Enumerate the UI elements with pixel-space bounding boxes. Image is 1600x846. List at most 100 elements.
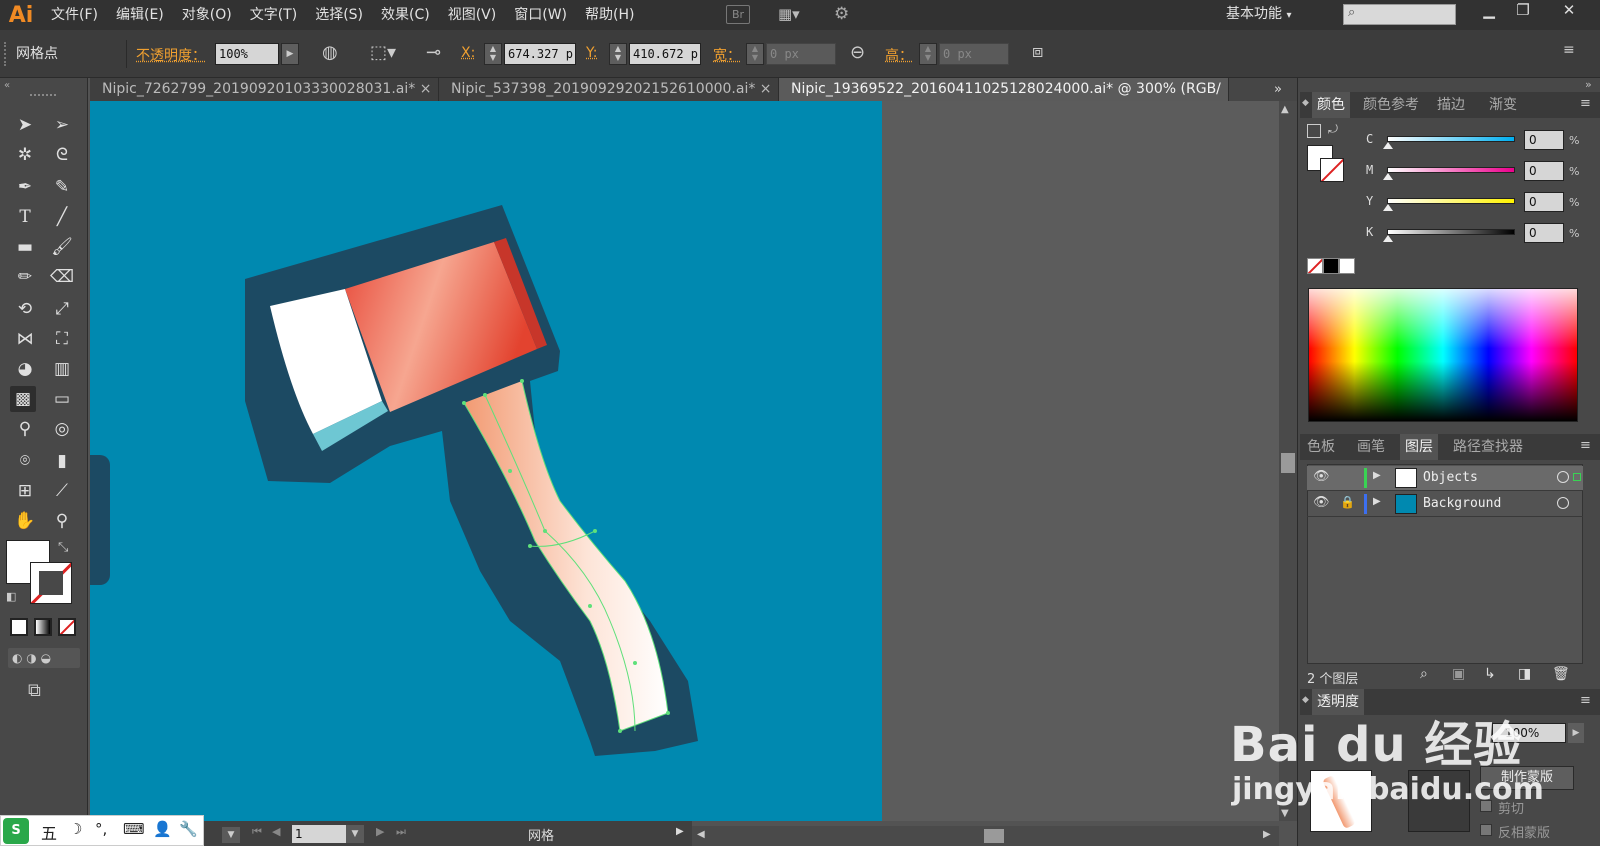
panel-stroke-swatch[interactable] <box>1320 158 1344 182</box>
half-width-icon[interactable]: ☽ <box>69 820 82 838</box>
tab-stroke[interactable]: 描边 <box>1432 92 1470 118</box>
clipping-mask-icon[interactable]: ▣ <box>1452 666 1465 682</box>
color-spectrum[interactable] <box>1308 288 1578 422</box>
target-icon[interactable] <box>1557 471 1569 483</box>
channel-slider-y[interactable] <box>1387 198 1515 204</box>
selection-tool-icon[interactable]: ➤ <box>12 112 38 138</box>
panel-collapse-icon[interactable]: ◆ <box>1302 695 1309 705</box>
restore-button[interactable]: ❐ <box>1506 0 1540 22</box>
tab-document-2[interactable]: Nipic_537398_20190929202152610000.ai* × <box>439 78 779 101</box>
rotate-tool-icon[interactable]: ⟲ <box>12 296 38 322</box>
blend-tool-icon[interactable]: ◎ <box>49 416 75 442</box>
x-stepper[interactable]: ▲ ▼ <box>484 43 502 65</box>
white-swatch[interactable] <box>1339 258 1355 274</box>
new-layer-icon[interactable]: ◨ <box>1518 666 1531 682</box>
screen-mode-icon[interactable]: ⧉ <box>28 680 41 701</box>
menu-item-8[interactable]: 帮助(H) <box>576 0 643 30</box>
close-icon[interactable]: × <box>760 81 772 97</box>
prev-page-icon[interactable]: ◀ <box>272 825 280 838</box>
artboard-tool-icon[interactable]: ⊞ <box>12 478 38 504</box>
channel-slider-k[interactable] <box>1387 229 1515 235</box>
menu-item-5[interactable]: 效果(C) <box>372 0 439 30</box>
transform-icon[interactable]: ⧈ <box>1032 41 1043 62</box>
menu-item-7[interactable]: 窗口(W) <box>505 0 576 30</box>
panel-menu-icon[interactable]: ≡ <box>1580 96 1591 111</box>
tab-swatches[interactable]: 色板 <box>1302 434 1340 460</box>
none-mode-button[interactable] <box>58 618 76 636</box>
page-dropdown[interactable]: ▼ <box>346 825 364 843</box>
tab-document-1[interactable]: Nipic_7262799_20190920103330028031.ai* × <box>90 78 439 101</box>
bridge-button[interactable]: Br <box>726 5 750 24</box>
vertical-scroll-thumb[interactable] <box>1281 453 1295 473</box>
channel-value-m[interactable]: 0 <box>1524 161 1564 181</box>
none-swatch[interactable] <box>1307 258 1323 274</box>
lock-icon[interactable]: 🔒 <box>1340 495 1355 509</box>
sync-icon[interactable]: ⚙ <box>834 4 849 24</box>
tools-wrench-icon[interactable]: 🔧 <box>179 820 198 838</box>
zoom-tool-icon[interactable]: ⚲ <box>49 508 75 534</box>
scroll-left-icon[interactable]: ◀ <box>697 829 705 840</box>
default-colors-icon[interactable]: ◧ <box>6 590 16 603</box>
tab-pathfinder[interactable]: 路径查找器 <box>1448 434 1528 460</box>
eraser-icon[interactable]: ⌫ <box>49 264 75 290</box>
arrange-documents-icon[interactable]: ▦▾ <box>778 5 814 24</box>
align-icon[interactable]: ⬚▾ <box>370 42 396 63</box>
height-stepper[interactable]: ▲ ▼ <box>919 43 937 65</box>
direct-selection-tool-icon[interactable]: ➢ <box>49 112 75 138</box>
x-input[interactable]: 674.327 p <box>504 43 576 65</box>
symbol-sprayer-icon[interactable]: ⌾ <box>12 448 38 474</box>
close-window-button[interactable]: ✕ <box>1552 0 1586 22</box>
status-menu-arrow[interactable]: ▶ <box>676 826 684 837</box>
tab-brushes[interactable]: 画笔 <box>1352 434 1390 460</box>
grip-handle[interactable] <box>4 42 8 66</box>
sogou-logo-icon[interactable]: S <box>3 818 29 844</box>
slider-thumb[interactable] <box>1383 204 1393 211</box>
expand-dock-icon[interactable]: » <box>1585 78 1592 91</box>
panel-menu-icon[interactable]: ≡ <box>1563 42 1575 58</box>
minimize-button[interactable]: ▁ <box>1472 0 1506 22</box>
channel-value-k[interactable]: 0 <box>1524 223 1564 243</box>
workspace-switcher[interactable]: 基本功能 ▾ <box>1226 0 1291 30</box>
fill-stroke-toggle-icon[interactable] <box>1307 124 1321 138</box>
color-mode-button[interactable] <box>10 618 28 636</box>
horizontal-scroll-thumb[interactable] <box>984 829 1004 843</box>
scroll-up-icon[interactable]: ▲ <box>1281 104 1289 115</box>
swap-fill-stroke-icon[interactable]: ⤡ <box>58 540 68 555</box>
swap-icon[interactable]: ⤾ <box>1328 122 1338 137</box>
mesh-tool-icon[interactable]: ▩ <box>10 386 36 412</box>
channel-slider-m[interactable] <box>1387 167 1515 173</box>
tab-gradient[interactable]: 渐变 <box>1484 92 1522 118</box>
menu-item-0[interactable]: 文件(F) <box>42 0 107 30</box>
channel-value-c[interactable]: 0 <box>1524 130 1564 150</box>
more-tabs-icon[interactable]: » <box>1274 78 1282 101</box>
reference-point-icon[interactable]: ⊸ <box>426 42 441 63</box>
y-input[interactable]: 410.672 p <box>629 43 701 65</box>
slider-thumb[interactable] <box>1383 173 1393 180</box>
layer-row-background[interactable]: 👁 🔒 ▶ Background <box>1307 492 1583 517</box>
menu-item-4[interactable]: 选择(S) <box>306 0 372 30</box>
invert-mask-checkbox[interactable] <box>1480 824 1492 836</box>
black-swatch[interactable] <box>1323 258 1339 274</box>
collapse-toolbar-icon[interactable]: « <box>4 80 10 91</box>
panel-menu-icon[interactable]: ≡ <box>1580 693 1591 708</box>
line-tool-icon[interactable]: ╱ <box>49 204 75 230</box>
width-stepper[interactable]: ▲ ▼ <box>746 43 764 65</box>
opacity-input[interactable]: 100% <box>215 43 279 65</box>
paintbrush-icon[interactable]: 🖌 <box>49 234 75 260</box>
recolor-icon[interactable]: ◍ <box>322 42 338 63</box>
perspective-grid-icon[interactable]: ▥ <box>49 356 75 382</box>
curvature-tool-icon[interactable]: ✎ <box>49 174 75 200</box>
tab-layers[interactable]: 图层 <box>1400 434 1438 460</box>
selection-indicator[interactable] <box>1573 473 1581 481</box>
keyboard-icon[interactable]: ⌨ <box>123 820 145 838</box>
y-stepper[interactable]: ▲ ▼ <box>609 43 627 65</box>
tab-document-3[interactable]: Nipic_19369522_20160411025128024000.ai* … <box>779 78 1229 101</box>
close-icon[interactable]: × <box>420 81 432 97</box>
eyedropper-icon[interactable]: ⚲ <box>12 416 38 442</box>
page-number-input[interactable]: 1 <box>292 825 346 843</box>
width-input[interactable]: 0 px <box>766 43 836 65</box>
menu-item-2[interactable]: 对象(O) <box>173 0 241 30</box>
gradient-tool-icon[interactable]: ▭ <box>49 386 75 412</box>
axe-artwork[interactable] <box>90 101 882 821</box>
expand-arrow-icon[interactable]: ▶ <box>1373 470 1381 481</box>
